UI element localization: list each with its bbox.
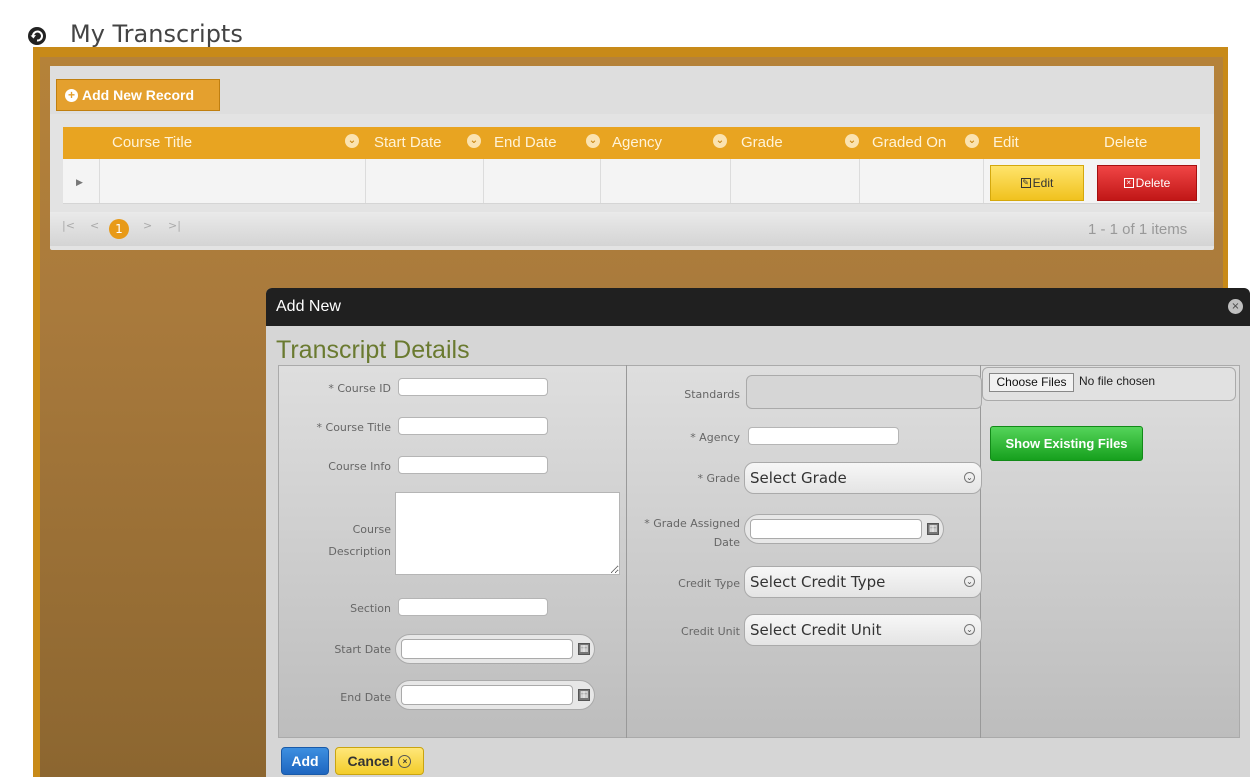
add-new-record-button[interactable]: + Add New Record (56, 79, 220, 111)
start-date-input[interactable] (401, 639, 573, 659)
standards-label: Standards (684, 388, 740, 401)
column-header-course-title[interactable]: Course Title (112, 127, 192, 159)
next-page-icon[interactable]: > (143, 219, 152, 232)
dialog-titlebar (266, 288, 1250, 326)
end-date-picker: ▦ (395, 680, 595, 710)
column-divider (600, 159, 601, 203)
current-page-button[interactable]: 1 (109, 219, 129, 239)
column-menu-icon[interactable]: ⌄ (845, 134, 859, 148)
column-divider (983, 159, 984, 203)
column-menu-icon[interactable]: ⌄ (586, 134, 600, 148)
credit-type-label: Credit Type (678, 577, 740, 590)
course-id-input[interactable] (398, 378, 548, 396)
credit-type-select-value: Select Credit Type (750, 573, 886, 591)
file-status: No file chosen (1079, 374, 1156, 388)
prev-page-icon[interactable]: < (90, 219, 99, 232)
end-date-input[interactable] (401, 685, 573, 705)
expand-row-icon[interactable]: ▶ (76, 178, 83, 188)
grade-assigned-date-input[interactable] (750, 519, 922, 539)
credit-unit-select-value: Select Credit Unit (750, 621, 882, 639)
chevron-down-icon: ⌄ (964, 472, 975, 483)
cancel-button[interactable]: Cancel × (335, 747, 424, 775)
column-menu-icon[interactable]: ⌄ (467, 134, 481, 148)
add-new-record-label: Add New Record (82, 87, 195, 103)
choose-files-button[interactable]: Choose Files (989, 373, 1074, 392)
page-title: My Transcripts (70, 20, 243, 48)
pager-info: 1 - 1 of 1 items (1088, 221, 1188, 238)
standards-input[interactable] (746, 375, 982, 409)
column-header-grade[interactable]: Grade (741, 127, 783, 159)
course-title-label: * Course Title (316, 421, 391, 434)
chevron-down-icon: ⌄ (964, 576, 975, 587)
credit-unit-label: Credit Unit (681, 625, 740, 638)
column-header-start-date[interactable]: Start Date (374, 127, 442, 159)
course-id-label: * Course ID (328, 382, 391, 395)
grid-toolbar (50, 66, 1214, 114)
course-info-input[interactable] (398, 456, 548, 474)
column-divider (483, 159, 484, 203)
grade-assigned-date-label: * Grade Assigned Date (644, 517, 740, 549)
column-header-graded-on[interactable]: Graded On (872, 127, 946, 159)
grade-label: * Grade (697, 472, 740, 485)
column-header-edit: Edit (993, 134, 1019, 151)
column-divider (99, 159, 100, 203)
credit-unit-select[interactable]: Select Credit Unit ⌄ (744, 614, 982, 646)
column-menu-icon[interactable]: ⌄ (345, 134, 359, 148)
edit-button[interactable]: ✎ Edit (990, 165, 1084, 201)
last-page-icon[interactable]: >| (168, 219, 181, 232)
plus-circle-icon: + (65, 88, 78, 102)
calendar-icon[interactable]: ▦ (578, 689, 590, 701)
delete-button[interactable]: × Delete (1097, 165, 1197, 201)
section-label: Section (350, 602, 391, 615)
calendar-icon[interactable]: ▦ (927, 523, 939, 535)
close-icon[interactable]: × (1228, 299, 1243, 314)
column-divider (859, 159, 860, 203)
calendar-icon[interactable]: ▦ (578, 643, 590, 655)
dialog-title: Add New (276, 298, 341, 315)
cancel-label: Cancel (347, 753, 394, 769)
start-date-picker: ▦ (395, 634, 595, 664)
section-input[interactable] (398, 598, 548, 616)
course-description-label: Course Description (328, 523, 391, 558)
edit-icon: ✎ (1020, 178, 1031, 188)
column-header-agency[interactable]: Agency (612, 127, 662, 159)
section-title: Transcript Details (276, 336, 470, 364)
course-title-input[interactable] (398, 417, 548, 435)
cancel-icon: × (398, 754, 412, 768)
column-header-delete: Delete (1104, 134, 1148, 151)
grade-select[interactable]: Select Grade ⌄ (744, 462, 982, 494)
start-date-label: Start Date (334, 643, 391, 656)
show-existing-files-button[interactable]: Show Existing Files (990, 426, 1143, 461)
column-menu-icon[interactable]: ⌄ (965, 134, 979, 148)
add-button[interactable]: Add (281, 747, 329, 775)
course-description-textarea[interactable] (395, 492, 620, 575)
chevron-down-icon: ⌄ (964, 624, 975, 635)
agency-label: * Agency (690, 431, 740, 444)
first-page-icon[interactable]: |< (62, 219, 75, 232)
column-header-end-date[interactable]: End Date (494, 127, 557, 159)
column-menu-icon[interactable]: ⌄ (713, 134, 727, 148)
column-divider (365, 159, 366, 203)
delete-label: Delete (1135, 176, 1171, 190)
credit-type-select[interactable]: Select Credit Type ⌄ (744, 566, 982, 598)
column-separator (980, 365, 981, 738)
grade-select-value: Select Grade (750, 469, 847, 487)
back-arrow-icon[interactable] (27, 26, 47, 46)
course-info-label: Course Info (328, 460, 391, 473)
agency-input[interactable] (748, 427, 899, 445)
column-separator (626, 365, 627, 738)
grade-assigned-date-picker: ▦ (744, 514, 944, 544)
grid-pager (50, 212, 1214, 246)
delete-icon: × (1123, 178, 1134, 188)
edit-label: Edit (1032, 176, 1054, 190)
column-divider (730, 159, 731, 203)
end-date-label: End Date (340, 691, 391, 704)
